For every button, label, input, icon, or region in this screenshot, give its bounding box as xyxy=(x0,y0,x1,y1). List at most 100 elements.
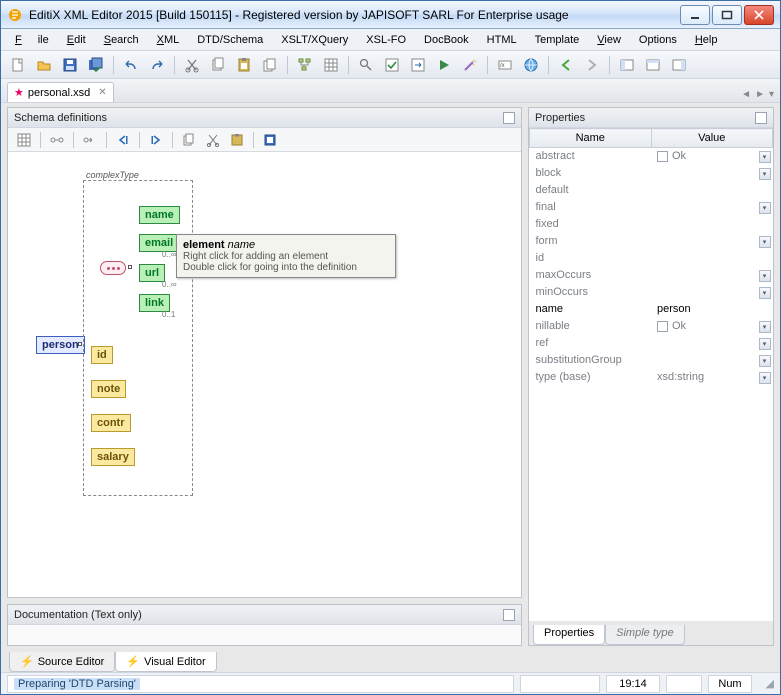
menu-view[interactable]: View xyxy=(589,32,629,48)
menu-edit[interactable]: Edit xyxy=(59,32,94,48)
undo-icon[interactable] xyxy=(120,54,142,76)
tab-visual-editor[interactable]: ⚡Visual Editor xyxy=(115,652,216,672)
resize-grip-icon[interactable]: ◢ xyxy=(758,677,774,690)
schema-preview-icon[interactable] xyxy=(260,130,280,150)
tree-view-icon[interactable] xyxy=(294,54,316,76)
tab-close-icon[interactable]: ✕ xyxy=(98,87,106,98)
menu-search[interactable]: Search xyxy=(96,32,147,48)
wand-icon[interactable] xyxy=(459,54,481,76)
transform-icon[interactable] xyxy=(407,54,429,76)
dropdown-icon[interactable]: ▾ xyxy=(759,321,771,333)
close-button[interactable] xyxy=(744,5,774,25)
paste-icon[interactable] xyxy=(233,54,255,76)
schema-cut-icon[interactable] xyxy=(203,130,223,150)
dropdown-icon[interactable]: ▾ xyxy=(759,338,771,350)
menu-options[interactable]: Options xyxy=(631,32,685,48)
prop-header-name[interactable]: Name xyxy=(530,129,652,148)
property-row[interactable]: type (base)xsd:string▾ xyxy=(530,369,773,386)
tab-simple-type[interactable]: Simple type xyxy=(605,625,684,645)
connector-handle[interactable] xyxy=(128,265,132,269)
connect1-icon[interactable] xyxy=(47,130,67,150)
property-row[interactable]: default xyxy=(530,182,773,199)
schema-copy-icon[interactable] xyxy=(179,130,199,150)
property-row[interactable]: form▾ xyxy=(530,233,773,250)
menu-xml[interactable]: XML xyxy=(149,32,188,48)
attr-id[interactable]: id xyxy=(91,346,113,364)
redo-icon[interactable] xyxy=(146,54,168,76)
menu-xslt[interactable]: XSLT/XQuery xyxy=(273,32,356,48)
property-row[interactable]: nillableOk▾ xyxy=(530,318,773,335)
panel-toggle-icon[interactable] xyxy=(503,112,515,124)
menu-help[interactable]: Help xyxy=(687,32,726,48)
panel-toggle-icon[interactable] xyxy=(503,609,515,621)
file-tab[interactable]: ★ personal.xsd ✕ xyxy=(7,82,114,102)
save-icon[interactable] xyxy=(59,54,81,76)
nav-fwd-icon[interactable] xyxy=(146,130,166,150)
duplicate-icon[interactable] xyxy=(259,54,281,76)
property-row[interactable]: final▾ xyxy=(530,199,773,216)
status-message: Preparing 'DTD Parsing' xyxy=(7,675,514,693)
save-all-icon[interactable] xyxy=(85,54,107,76)
grid-icon[interactable] xyxy=(14,130,34,150)
open-file-icon[interactable] xyxy=(33,54,55,76)
attr-salary[interactable]: salary xyxy=(91,448,135,466)
tab-properties[interactable]: Properties xyxy=(533,625,605,645)
property-row[interactable]: substitutionGroup▾ xyxy=(530,352,773,369)
dropdown-icon[interactable]: ▾ xyxy=(759,168,771,180)
dropdown-icon[interactable]: ▾ xyxy=(759,236,771,248)
panel1-icon[interactable] xyxy=(616,54,638,76)
xpath-icon[interactable]: /x xyxy=(494,54,516,76)
documentation-body[interactable] xyxy=(8,625,521,645)
menu-dtd-schema[interactable]: DTD/Schema xyxy=(189,32,271,48)
property-row[interactable]: fixed xyxy=(530,216,773,233)
tab-prev-icon[interactable]: ◄ xyxy=(741,89,751,100)
property-row[interactable]: id xyxy=(530,250,773,267)
properties-grid[interactable]: Name Value abstractOk▾block▾defaultfinal… xyxy=(529,128,773,621)
schema-paste-icon[interactable] xyxy=(227,130,247,150)
minimize-button[interactable] xyxy=(680,5,710,25)
element-name[interactable]: name xyxy=(139,206,180,224)
panel3-icon[interactable] xyxy=(668,54,690,76)
menu-docbook[interactable]: DocBook xyxy=(416,32,477,48)
panel-toggle-icon[interactable] xyxy=(755,112,767,124)
tab-source-editor[interactable]: ⚡Source Editor xyxy=(9,652,115,672)
prop-header-value[interactable]: Value xyxy=(651,129,773,148)
back-icon[interactable] xyxy=(555,54,577,76)
browser-icon[interactable] xyxy=(520,54,542,76)
search-icon[interactable] xyxy=(355,54,377,76)
property-row[interactable]: minOccurs▾ xyxy=(530,284,773,301)
property-row[interactable]: ref▾ xyxy=(530,335,773,352)
panel2-icon[interactable] xyxy=(642,54,664,76)
connector-handle[interactable] xyxy=(78,342,82,346)
menu-template[interactable]: Template xyxy=(527,32,588,48)
property-row[interactable]: nameperson xyxy=(530,301,773,318)
nav-back-icon[interactable] xyxy=(113,130,133,150)
dropdown-icon[interactable]: ▾ xyxy=(759,270,771,282)
dropdown-icon[interactable]: ▾ xyxy=(759,372,771,384)
menu-file[interactable]: File xyxy=(7,32,57,48)
new-file-icon[interactable] xyxy=(7,54,29,76)
dropdown-icon[interactable]: ▾ xyxy=(759,355,771,367)
menu-xslfo[interactable]: XSL-FO xyxy=(358,32,414,48)
property-row[interactable]: abstractOk▾ xyxy=(530,148,773,165)
run-icon[interactable] xyxy=(433,54,455,76)
tab-menu-icon[interactable]: ▾ xyxy=(769,89,774,100)
cut-icon[interactable] xyxy=(181,54,203,76)
maximize-button[interactable] xyxy=(712,5,742,25)
attr-note[interactable]: note xyxy=(91,380,126,398)
dropdown-icon[interactable]: ▾ xyxy=(759,151,771,163)
schema-canvas[interactable]: person complexType name email 0..∞ url 0… xyxy=(8,152,521,597)
connect2-icon[interactable] xyxy=(80,130,100,150)
grid-view-icon[interactable] xyxy=(320,54,342,76)
menu-html[interactable]: HTML xyxy=(479,32,525,48)
property-row[interactable]: block▾ xyxy=(530,165,773,182)
copy-icon[interactable] xyxy=(207,54,229,76)
forward-icon[interactable] xyxy=(581,54,603,76)
dropdown-icon[interactable]: ▾ xyxy=(759,287,771,299)
attr-contr[interactable]: contr xyxy=(91,414,131,432)
sequence-node[interactable] xyxy=(100,261,126,275)
property-row[interactable]: maxOccurs▾ xyxy=(530,267,773,284)
tab-next-icon[interactable]: ► xyxy=(755,89,765,100)
dropdown-icon[interactable]: ▾ xyxy=(759,202,771,214)
validate-icon[interactable] xyxy=(381,54,403,76)
